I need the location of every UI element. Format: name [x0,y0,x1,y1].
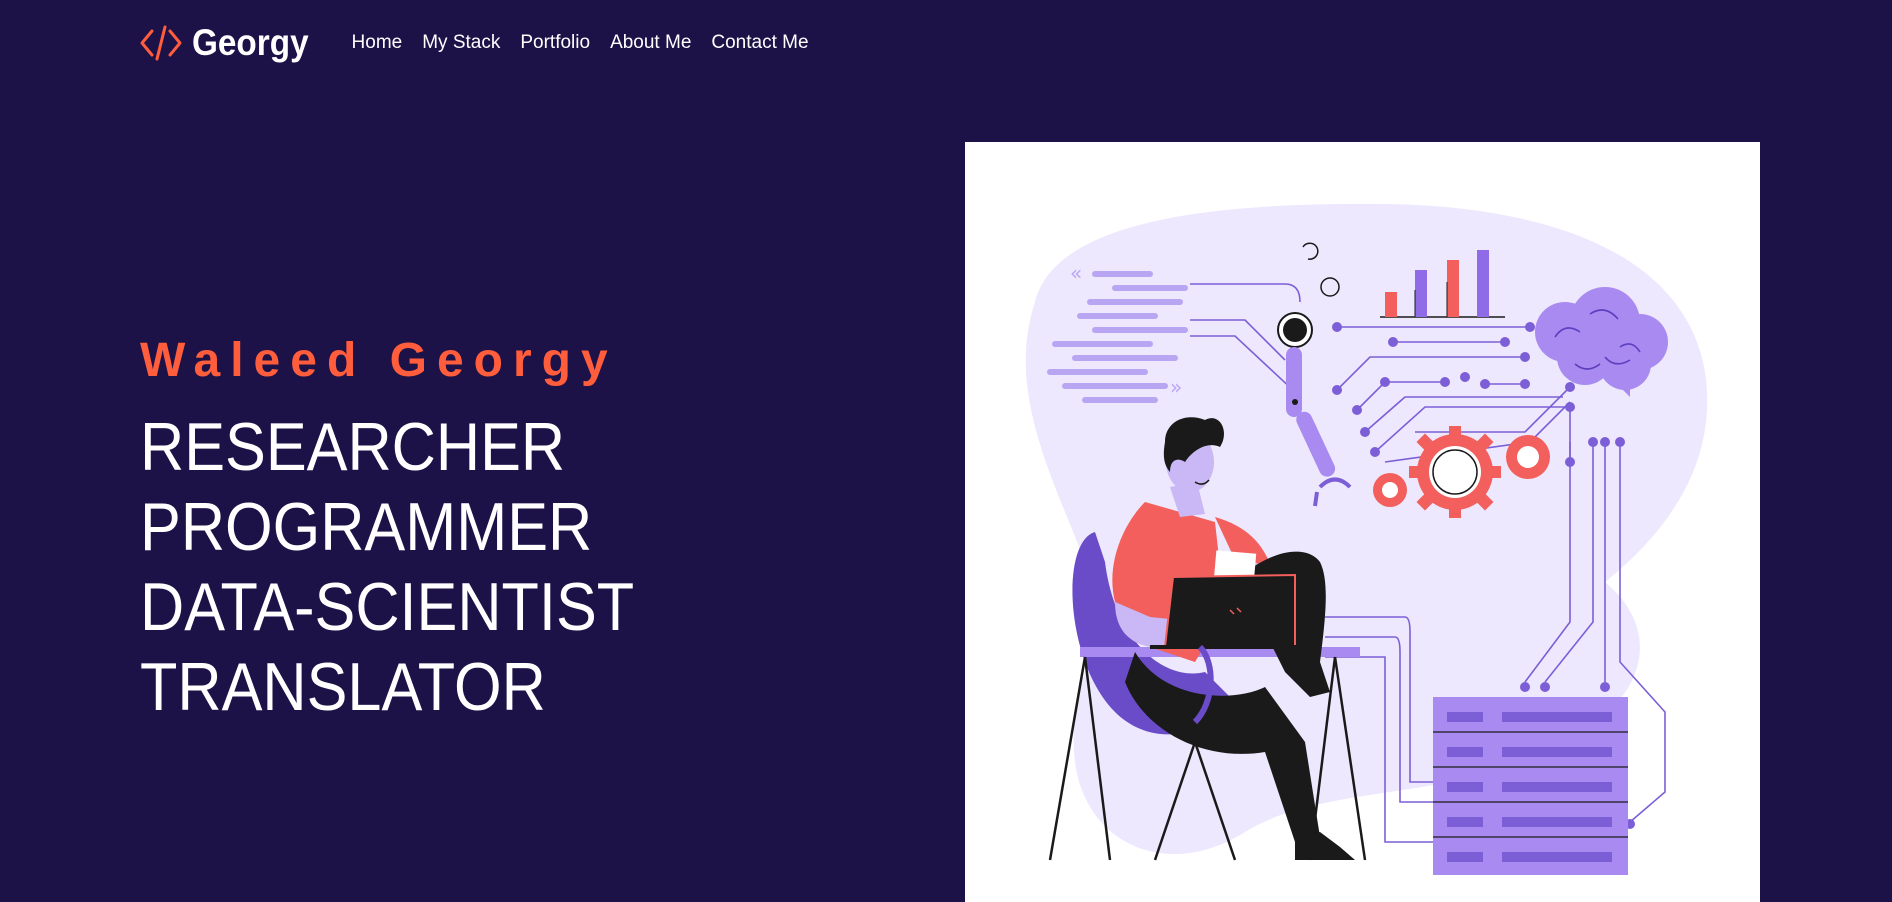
developer-illustration: « » [1025,203,1708,875]
nav-home[interactable]: Home [352,32,403,54]
hero-illustration: « » [965,142,1760,902]
nav-contact-me[interactable]: Contact Me [711,32,808,54]
code-brackets-icon [140,25,182,61]
role-researcher: RESEARCHER [140,409,566,485]
nav-portfolio[interactable]: Portfolio [520,32,590,54]
svg-text:»: » [1170,375,1182,399]
hero-name: Waleed Georgy [140,334,618,387]
logo-text: Georgy [192,22,309,63]
role-translator: TRANSLATOR [140,649,546,725]
hero-roles: RESEARCHER PROGRAMMER DATA-SCIENTIST TRA… [140,407,689,727]
top-nav: Georgy Home My Stack Portfolio About Me … [140,18,829,68]
logo[interactable]: Georgy [140,22,322,64]
role-data-scientist: DATA-SCIENTIST [140,569,635,645]
nav-about-me[interactable]: About Me [610,32,691,54]
nav-my-stack[interactable]: My Stack [422,32,500,54]
role-programmer: PROGRAMMER [140,489,593,565]
svg-text:«: « [1070,261,1082,285]
nav-links: Home My Stack Portfolio About Me Contact… [352,32,829,54]
